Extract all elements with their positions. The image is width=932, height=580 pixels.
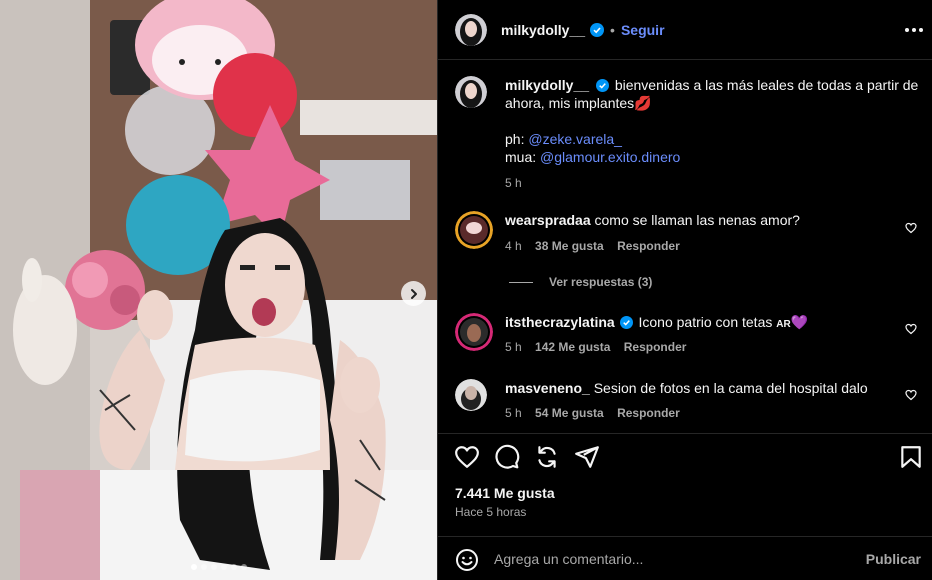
add-comment-bar: Publicar (438, 536, 932, 580)
comment-time[interactable]: 4 h (505, 239, 522, 253)
heart-icon[interactable] (905, 222, 917, 234)
carousel-dot (240, 564, 247, 570)
share-icon[interactable] (574, 444, 600, 470)
kiss-emoji: 💋 (634, 95, 652, 111)
follow-button[interactable]: Seguir (621, 22, 665, 38)
post-photo[interactable] (0, 0, 437, 580)
commenter-avatar[interactable] (455, 211, 493, 249)
country-flag-badge: AR (776, 319, 791, 330)
comments-list[interactable]: milkydolly__ bienvenidas a las más leale… (438, 61, 932, 433)
heart-icon[interactable] (454, 444, 480, 470)
carousel-dot (200, 564, 207, 570)
comment-likes[interactable]: 38 Me gusta (535, 239, 604, 253)
reply-button[interactable]: Responder (624, 340, 687, 354)
comment-item: itsthecrazylatina Icono patrio con tetas… (455, 313, 925, 354)
comment-item: wearspradaa como se llaman las nenas amo… (455, 211, 925, 271)
chevron-right-icon (410, 288, 417, 299)
caption-username[interactable]: milkydolly__ (505, 77, 589, 93)
comment-text: Sesion de fotos en la cama del hospital … (593, 380, 868, 396)
carousel-dot (210, 564, 217, 570)
emoji-icon[interactable] (455, 548, 479, 572)
commenter-avatar[interactable] (455, 379, 487, 411)
author-avatar[interactable] (455, 13, 487, 46)
repost-icon[interactable] (534, 444, 560, 470)
verified-badge-icon (595, 78, 609, 92)
comment-time[interactable]: 5 h (505, 406, 522, 420)
carousel-dot (190, 564, 197, 570)
carousel-next-button[interactable] (401, 281, 426, 306)
purple-heart-emoji: 💜 (790, 314, 809, 330)
comment-icon[interactable] (494, 444, 520, 470)
author-username[interactable]: milkydolly__ (501, 22, 585, 38)
reply-button[interactable]: Responder (617, 239, 680, 253)
post-details-panel: milkydolly__ • Seguir milkydolly__ bienv… (437, 0, 932, 580)
verified-badge-icon (619, 315, 633, 329)
comment-text: Icono patrio con tetas (638, 314, 773, 330)
view-replies-button[interactable]: Ver respuestas (3) (509, 275, 652, 289)
comment-input[interactable] (494, 548, 854, 570)
verified-badge-icon (590, 22, 605, 37)
reply-button[interactable]: Responder (617, 406, 680, 420)
carousel-dot (220, 564, 227, 570)
comment-text: como se llaman las nenas amor? (594, 212, 800, 228)
post-header: milkydolly__ • Seguir (438, 0, 932, 60)
likes-count[interactable]: 7.441 Me gusta (455, 485, 555, 501)
mua-mention-link[interactable]: @glamour.exito.dinero (540, 149, 680, 165)
ph-mention-link[interactable]: @zeke.varela_ (528, 131, 622, 147)
comment-likes[interactable]: 54 Me gusta (535, 406, 604, 420)
post-actions-bar (438, 433, 932, 479)
more-options-icon[interactable] (903, 20, 925, 40)
commenter-username[interactable]: itsthecrazylatina (505, 314, 615, 330)
caption-avatar[interactable] (455, 76, 487, 108)
carousel-indicator (0, 564, 437, 570)
bookmark-icon[interactable] (898, 444, 924, 470)
photo-scene (0, 0, 437, 580)
comment-item: masveneno_ Sesion de fotos en la cama de… (455, 379, 925, 420)
posted-time: Hace 5 horas (455, 505, 527, 519)
heart-icon[interactable] (905, 389, 917, 401)
heart-icon[interactable] (905, 323, 917, 335)
comment-time[interactable]: 5 h (505, 340, 522, 354)
mua-label: mua: (505, 149, 537, 165)
publish-button[interactable]: Publicar (866, 551, 921, 567)
comment-likes[interactable]: 142 Me gusta (535, 340, 610, 354)
ph-label: ph: (505, 131, 525, 147)
commenter-avatar[interactable] (455, 313, 493, 351)
commenter-username[interactable]: wearspradaa (505, 212, 591, 228)
separator-dot: • (610, 21, 615, 38)
carousel-dot (230, 564, 237, 570)
caption-time[interactable]: 5 h (505, 174, 925, 192)
commenter-username[interactable]: masveneno_ (505, 380, 590, 396)
